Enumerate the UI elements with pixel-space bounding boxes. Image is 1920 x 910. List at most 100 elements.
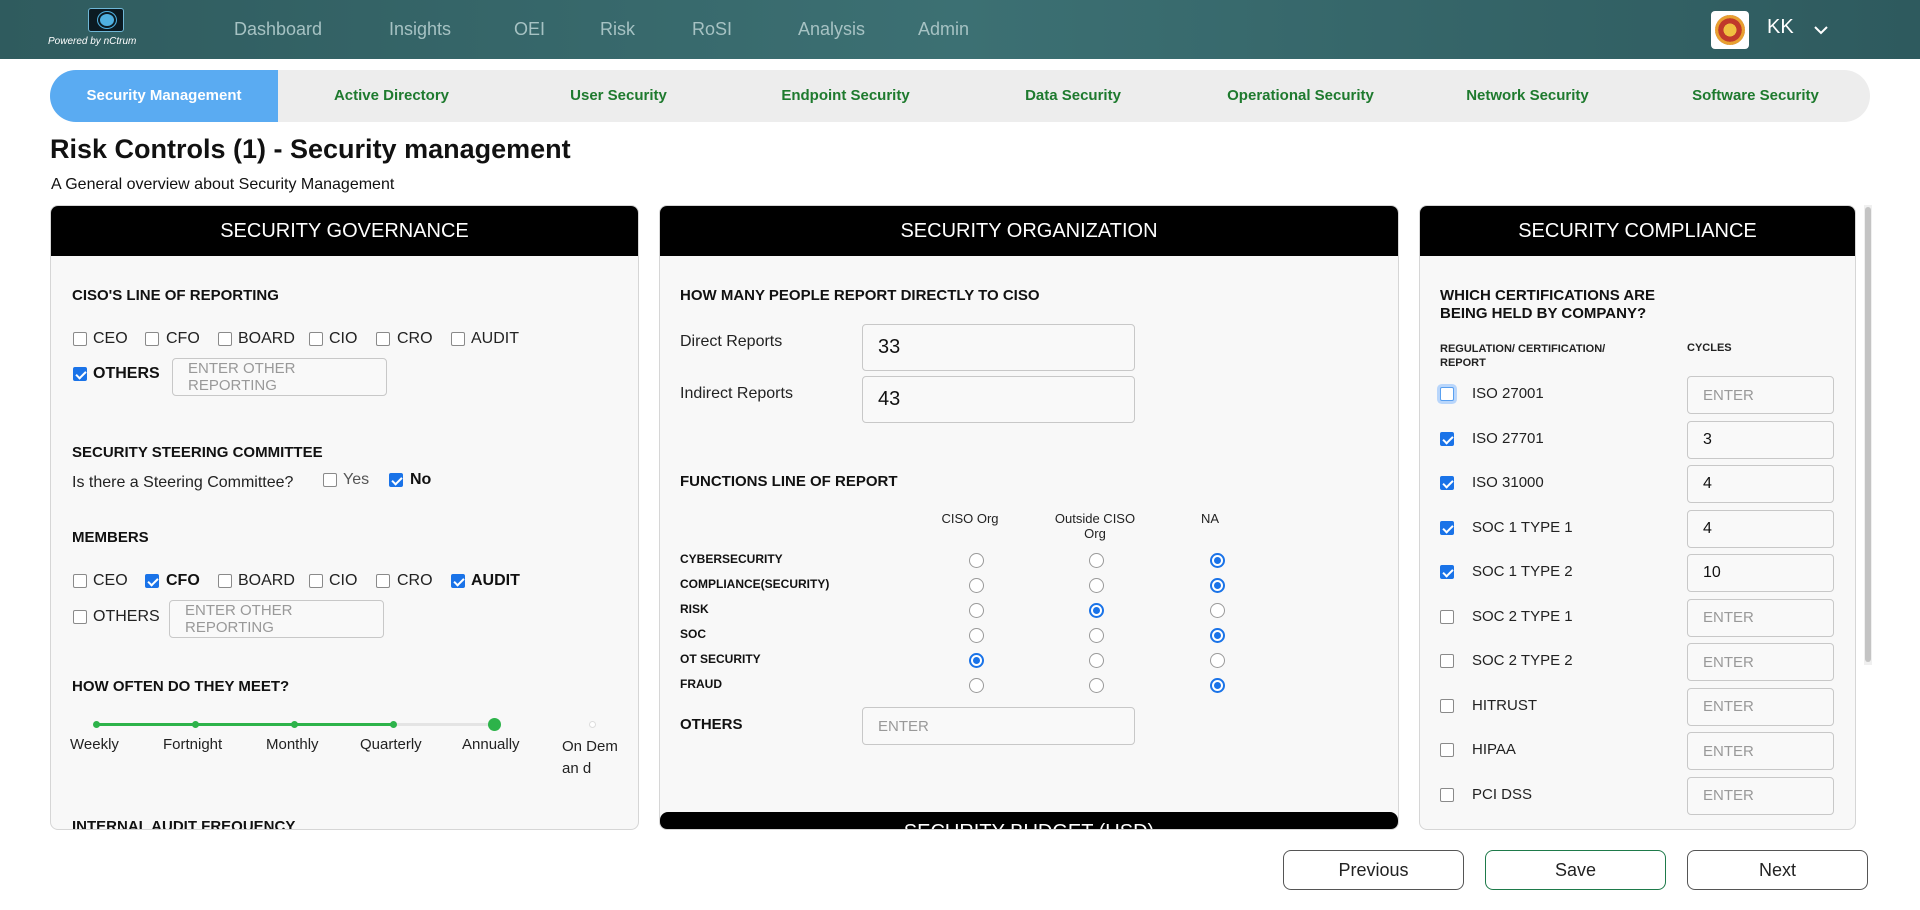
certification-checkbox[interactable]	[1440, 787, 1454, 802]
certification-checkbox[interactable]	[1440, 431, 1454, 446]
function-radio-na[interactable]	[1210, 678, 1225, 693]
ciso-other-reporting-input[interactable]: ENTER OTHER REPORTING	[172, 358, 387, 396]
cycles-input[interactable]: ENTER	[1687, 732, 1834, 770]
tab-user-security[interactable]: User Security	[505, 70, 732, 122]
cycles-input[interactable]: 10	[1687, 554, 1834, 592]
cycles-input[interactable]: 3	[1687, 420, 1834, 459]
cycles-input[interactable]: ENTER	[1687, 376, 1834, 414]
save-button[interactable]: Save	[1485, 850, 1666, 890]
cycles-input[interactable]: 4	[1687, 509, 1834, 548]
function-radio-outside-ciso-org[interactable]	[1089, 653, 1104, 668]
certification-checkbox[interactable]	[1440, 387, 1454, 401]
governance-card: SECURITY GOVERNANCE CISO'S LINE OF REPOR…	[50, 205, 639, 830]
ciso-cio-checkbox[interactable]	[309, 332, 323, 346]
indirect-reports-input[interactable]: 43	[862, 376, 1135, 423]
cycles-input[interactable]: ENTER	[1687, 598, 1834, 637]
ciso-board-checkbox[interactable]	[218, 332, 232, 346]
organization-card: SECURITY ORGANIZATION HOW MANY PEOPLE RE…	[659, 205, 1399, 830]
tab-data-security[interactable]: Data Security	[959, 70, 1187, 122]
tab-security-management[interactable]: Security Management	[50, 70, 278, 122]
nav-insights[interactable]: Insights	[389, 0, 451, 59]
member-others-checkbox[interactable]	[73, 610, 87, 624]
member-cfo-checkbox[interactable]	[145, 574, 159, 588]
nav-admin[interactable]: Admin	[918, 0, 969, 59]
certification-checkbox[interactable]	[1440, 476, 1454, 490]
user-initials[interactable]: KK	[1767, 16, 1794, 39]
function-radio-na[interactable]	[1210, 653, 1225, 668]
certification-checkbox[interactable]	[1440, 520, 1454, 535]
col-regulation: REGULATION/ CERTIFICATION/ REPORT	[1440, 343, 1606, 369]
certification-checkbox[interactable]	[1440, 698, 1454, 713]
nav-risk[interactable]: Risk	[600, 0, 635, 59]
function-radio-na[interactable]	[1210, 578, 1225, 593]
ciso-reporting-title: CISO'S LINE OF REPORTING	[72, 287, 279, 304]
cycles-input[interactable]: ENTER	[1687, 776, 1834, 815]
nav-dashboard[interactable]: Dashboard	[234, 0, 322, 59]
function-radio-na[interactable]	[1210, 603, 1225, 618]
function-radio-outside-ciso-org[interactable]	[1089, 678, 1104, 693]
next-button[interactable]: Next	[1687, 850, 1868, 890]
member-board-checkbox[interactable]	[218, 574, 232, 588]
function-label: CYBERSECURITY	[680, 552, 783, 566]
ciso-ceo-label: CEO	[93, 330, 128, 347]
slider-step-on-demand[interactable]	[589, 721, 596, 728]
slider-step-fortnight[interactable]	[192, 721, 199, 728]
member-cro-checkbox[interactable]	[376, 574, 390, 588]
member-audit-checkbox[interactable]	[451, 574, 465, 588]
cycles-input[interactable]: ENTER	[1687, 687, 1834, 726]
member-cio-checkbox[interactable]	[309, 574, 323, 588]
tab-active-directory[interactable]: Active Directory	[278, 70, 505, 122]
slider-step-monthly[interactable]	[291, 721, 298, 728]
member-cio-label: CIO	[329, 572, 358, 589]
certification-checkbox[interactable]	[1440, 565, 1454, 579]
direct-reports-input[interactable]: 33	[862, 324, 1135, 371]
ciso-cfo-checkbox[interactable]	[145, 332, 159, 346]
member-ceo-checkbox[interactable]	[73, 574, 87, 588]
function-radio-ciso-org[interactable]	[969, 628, 984, 643]
steering-no-checkbox[interactable]	[389, 473, 403, 487]
ciso-others-checkbox[interactable]	[73, 367, 87, 381]
scrollbar-thumb[interactable]	[1865, 207, 1871, 662]
certification-label: ISO 31000	[1472, 474, 1544, 491]
function-radio-ciso-org[interactable]	[969, 553, 984, 568]
nav-rosi[interactable]: RoSI	[692, 0, 732, 59]
slider-step-quarterly[interactable]	[390, 721, 397, 728]
tab-operational-security[interactable]: Operational Security	[1187, 70, 1414, 122]
app-logo[interactable]: Powered by nCtrum	[48, 6, 163, 50]
certification-checkbox[interactable]	[1440, 654, 1454, 668]
member-other-reporting-input[interactable]: ENTER OTHER REPORTING	[169, 600, 384, 638]
ciso-cro-checkbox[interactable]	[376, 332, 390, 346]
function-radio-outside-ciso-org[interactable]	[1089, 628, 1104, 643]
tab-network-security[interactable]: Network Security	[1414, 70, 1641, 122]
function-radio-outside-ciso-org[interactable]	[1089, 603, 1104, 618]
cycles-input[interactable]: 4	[1687, 465, 1834, 503]
nav-oei[interactable]: OEI	[514, 0, 545, 59]
function-radio-na[interactable]	[1210, 553, 1225, 568]
function-radio-ciso-org[interactable]	[969, 578, 984, 593]
member-others-label: OTHERS	[93, 608, 160, 625]
function-radio-outside-ciso-org[interactable]	[1089, 578, 1104, 593]
tab-endpoint-security[interactable]: Endpoint Security	[732, 70, 959, 122]
slider-step-weekly[interactable]	[93, 721, 100, 728]
certification-checkbox[interactable]	[1440, 743, 1454, 757]
tab-software-security[interactable]: Software Security	[1641, 70, 1870, 122]
function-radio-outside-ciso-org[interactable]	[1089, 553, 1104, 568]
certification-checkbox[interactable]	[1440, 609, 1454, 624]
ciso-ceo-checkbox[interactable]	[73, 332, 87, 346]
function-radio-ciso-org[interactable]	[969, 678, 984, 693]
function-radio-na[interactable]	[1210, 628, 1225, 643]
slider-thumb[interactable]	[488, 718, 501, 731]
previous-button[interactable]: Previous	[1283, 850, 1464, 890]
page-scrollbar[interactable]	[1864, 205, 1872, 665]
steering-yes-checkbox[interactable]	[323, 473, 337, 487]
others-input[interactable]: ENTER	[862, 707, 1135, 745]
chevron-down-icon[interactable]	[1811, 20, 1831, 40]
function-radio-ciso-org[interactable]	[969, 603, 984, 618]
powered-by-text: Powered by nCtrum	[48, 36, 137, 47]
nav-analysis[interactable]: Analysis	[798, 0, 865, 59]
col-cycles: CYCLES	[1687, 342, 1732, 354]
ciso-audit-checkbox[interactable]	[451, 332, 465, 346]
function-radio-ciso-org[interactable]	[969, 653, 984, 668]
avatar[interactable]	[1711, 11, 1749, 49]
cycles-input[interactable]: ENTER	[1687, 643, 1834, 681]
